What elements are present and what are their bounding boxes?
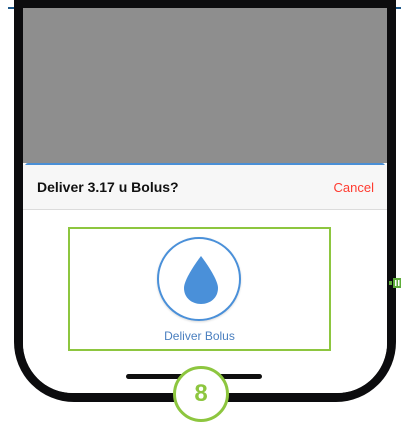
screenshot-stage: Deliver 3.17 u Bolus? Cancel Deliver Bol… [0, 0, 414, 424]
dimmed-background-overlay[interactable] [23, 8, 387, 163]
deliver-bolus-button[interactable] [157, 237, 241, 321]
cancel-button[interactable]: Cancel [334, 180, 374, 195]
deliver-bolus-highlight: Deliver Bolus [68, 227, 331, 351]
bolus-confirmation-sheet: Deliver 3.17 u Bolus? Cancel Deliver Bol… [23, 165, 387, 393]
deliver-bolus-label[interactable]: Deliver Bolus [70, 329, 329, 343]
sheet-title: Deliver 3.17 u Bolus? [37, 179, 179, 195]
battery-icon [389, 278, 401, 288]
sheet-header: Deliver 3.17 u Bolus? Cancel [23, 165, 387, 210]
phone-screen: Deliver 3.17 u Bolus? Cancel Deliver Bol… [23, 8, 387, 393]
step-number-badge: 8 [173, 366, 229, 422]
water-drop-icon [184, 256, 218, 304]
